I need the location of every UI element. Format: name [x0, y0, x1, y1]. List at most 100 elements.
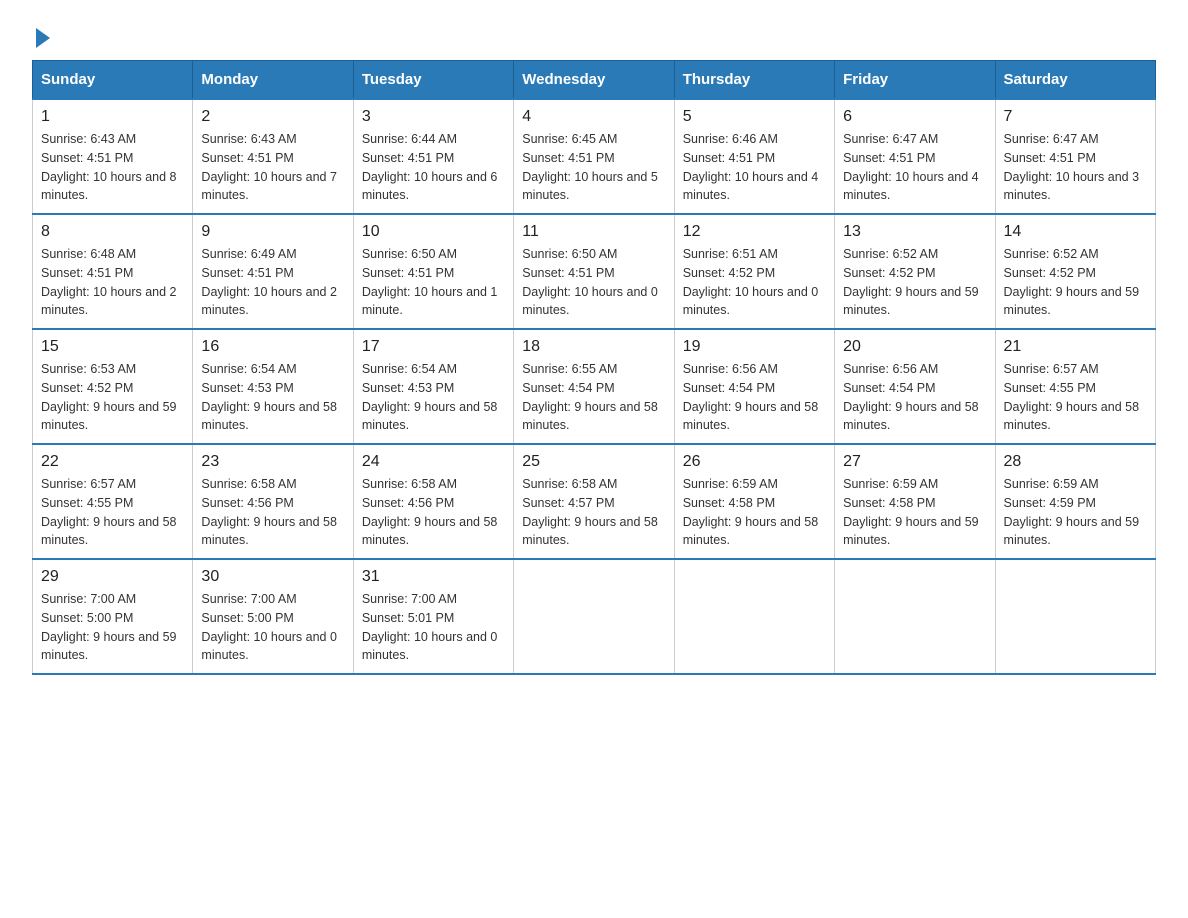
day-info: Sunrise: 6:52 AMSunset: 4:52 PMDaylight:… [1004, 245, 1147, 320]
calendar-week-3: 15 Sunrise: 6:53 AMSunset: 4:52 PMDaylig… [33, 329, 1156, 444]
day-info: Sunrise: 6:57 AMSunset: 4:55 PMDaylight:… [41, 475, 184, 550]
day-info: Sunrise: 6:46 AMSunset: 4:51 PMDaylight:… [683, 130, 826, 205]
weekday-header-row: SundayMondayTuesdayWednesdayThursdayFrid… [33, 61, 1156, 100]
calendar-table: SundayMondayTuesdayWednesdayThursdayFrid… [32, 60, 1156, 675]
day-info: Sunrise: 6:45 AMSunset: 4:51 PMDaylight:… [522, 130, 665, 205]
day-number: 15 [41, 338, 184, 356]
calendar-cell: 28 Sunrise: 6:59 AMSunset: 4:59 PMDaylig… [995, 444, 1155, 559]
calendar-cell: 15 Sunrise: 6:53 AMSunset: 4:52 PMDaylig… [33, 329, 193, 444]
weekday-header-sunday: Sunday [33, 61, 193, 100]
day-info: Sunrise: 6:43 AMSunset: 4:51 PMDaylight:… [41, 130, 184, 205]
calendar-cell [995, 559, 1155, 674]
day-number: 29 [41, 568, 184, 586]
calendar-cell: 5 Sunrise: 6:46 AMSunset: 4:51 PMDayligh… [674, 99, 834, 214]
day-info: Sunrise: 6:47 AMSunset: 4:51 PMDaylight:… [843, 130, 986, 205]
day-number: 9 [201, 223, 344, 241]
day-info: Sunrise: 6:50 AMSunset: 4:51 PMDaylight:… [362, 245, 505, 320]
calendar-cell: 13 Sunrise: 6:52 AMSunset: 4:52 PMDaylig… [835, 214, 995, 329]
page-header [32, 24, 1156, 44]
day-number: 26 [683, 453, 826, 471]
calendar-cell: 2 Sunrise: 6:43 AMSunset: 4:51 PMDayligh… [193, 99, 353, 214]
day-info: Sunrise: 6:44 AMSunset: 4:51 PMDaylight:… [362, 130, 505, 205]
weekday-header-wednesday: Wednesday [514, 61, 674, 100]
day-info: Sunrise: 7:00 AMSunset: 5:00 PMDaylight:… [41, 590, 184, 665]
calendar-cell: 20 Sunrise: 6:56 AMSunset: 4:54 PMDaylig… [835, 329, 995, 444]
day-info: Sunrise: 6:58 AMSunset: 4:57 PMDaylight:… [522, 475, 665, 550]
day-number: 21 [1004, 338, 1147, 356]
day-info: Sunrise: 6:49 AMSunset: 4:51 PMDaylight:… [201, 245, 344, 320]
day-info: Sunrise: 6:48 AMSunset: 4:51 PMDaylight:… [41, 245, 184, 320]
day-info: Sunrise: 6:51 AMSunset: 4:52 PMDaylight:… [683, 245, 826, 320]
day-number: 19 [683, 338, 826, 356]
weekday-header-saturday: Saturday [995, 61, 1155, 100]
day-number: 24 [362, 453, 505, 471]
calendar-cell: 22 Sunrise: 6:57 AMSunset: 4:55 PMDaylig… [33, 444, 193, 559]
weekday-header-thursday: Thursday [674, 61, 834, 100]
day-number: 3 [362, 108, 505, 126]
calendar-cell: 27 Sunrise: 6:59 AMSunset: 4:58 PMDaylig… [835, 444, 995, 559]
calendar-cell: 6 Sunrise: 6:47 AMSunset: 4:51 PMDayligh… [835, 99, 995, 214]
day-number: 8 [41, 223, 184, 241]
calendar-cell: 30 Sunrise: 7:00 AMSunset: 5:00 PMDaylig… [193, 559, 353, 674]
day-info: Sunrise: 6:53 AMSunset: 4:52 PMDaylight:… [41, 360, 184, 435]
logo [32, 24, 50, 44]
day-info: Sunrise: 7:00 AMSunset: 5:01 PMDaylight:… [362, 590, 505, 665]
day-info: Sunrise: 6:47 AMSunset: 4:51 PMDaylight:… [1004, 130, 1147, 205]
day-number: 17 [362, 338, 505, 356]
calendar-cell: 7 Sunrise: 6:47 AMSunset: 4:51 PMDayligh… [995, 99, 1155, 214]
day-info: Sunrise: 6:50 AMSunset: 4:51 PMDaylight:… [522, 245, 665, 320]
day-info: Sunrise: 6:56 AMSunset: 4:54 PMDaylight:… [843, 360, 986, 435]
calendar-cell: 26 Sunrise: 6:59 AMSunset: 4:58 PMDaylig… [674, 444, 834, 559]
day-number: 4 [522, 108, 665, 126]
day-number: 30 [201, 568, 344, 586]
calendar-cell [514, 559, 674, 674]
day-number: 1 [41, 108, 184, 126]
weekday-header-tuesday: Tuesday [353, 61, 513, 100]
day-number: 23 [201, 453, 344, 471]
day-info: Sunrise: 6:55 AMSunset: 4:54 PMDaylight:… [522, 360, 665, 435]
calendar-cell: 4 Sunrise: 6:45 AMSunset: 4:51 PMDayligh… [514, 99, 674, 214]
day-number: 11 [522, 223, 665, 241]
day-info: Sunrise: 6:59 AMSunset: 4:58 PMDaylight:… [843, 475, 986, 550]
day-number: 27 [843, 453, 986, 471]
weekday-header-friday: Friday [835, 61, 995, 100]
calendar-cell: 31 Sunrise: 7:00 AMSunset: 5:01 PMDaylig… [353, 559, 513, 674]
calendar-cell: 24 Sunrise: 6:58 AMSunset: 4:56 PMDaylig… [353, 444, 513, 559]
calendar-cell: 10 Sunrise: 6:50 AMSunset: 4:51 PMDaylig… [353, 214, 513, 329]
day-number: 7 [1004, 108, 1147, 126]
calendar-cell: 12 Sunrise: 6:51 AMSunset: 4:52 PMDaylig… [674, 214, 834, 329]
calendar-cell: 29 Sunrise: 7:00 AMSunset: 5:00 PMDaylig… [33, 559, 193, 674]
day-info: Sunrise: 6:54 AMSunset: 4:53 PMDaylight:… [362, 360, 505, 435]
day-info: Sunrise: 6:43 AMSunset: 4:51 PMDaylight:… [201, 130, 344, 205]
calendar-cell: 18 Sunrise: 6:55 AMSunset: 4:54 PMDaylig… [514, 329, 674, 444]
calendar-week-4: 22 Sunrise: 6:57 AMSunset: 4:55 PMDaylig… [33, 444, 1156, 559]
day-info: Sunrise: 6:57 AMSunset: 4:55 PMDaylight:… [1004, 360, 1147, 435]
calendar-cell: 11 Sunrise: 6:50 AMSunset: 4:51 PMDaylig… [514, 214, 674, 329]
calendar-cell: 17 Sunrise: 6:54 AMSunset: 4:53 PMDaylig… [353, 329, 513, 444]
day-number: 14 [1004, 223, 1147, 241]
day-info: Sunrise: 7:00 AMSunset: 5:00 PMDaylight:… [201, 590, 344, 665]
day-number: 5 [683, 108, 826, 126]
calendar-cell: 3 Sunrise: 6:44 AMSunset: 4:51 PMDayligh… [353, 99, 513, 214]
calendar-cell: 19 Sunrise: 6:56 AMSunset: 4:54 PMDaylig… [674, 329, 834, 444]
day-number: 25 [522, 453, 665, 471]
day-number: 28 [1004, 453, 1147, 471]
day-info: Sunrise: 6:56 AMSunset: 4:54 PMDaylight:… [683, 360, 826, 435]
day-number: 2 [201, 108, 344, 126]
day-info: Sunrise: 6:58 AMSunset: 4:56 PMDaylight:… [201, 475, 344, 550]
logo-arrow-icon [36, 28, 50, 48]
calendar-cell: 1 Sunrise: 6:43 AMSunset: 4:51 PMDayligh… [33, 99, 193, 214]
day-info: Sunrise: 6:54 AMSunset: 4:53 PMDaylight:… [201, 360, 344, 435]
day-number: 12 [683, 223, 826, 241]
calendar-cell: 8 Sunrise: 6:48 AMSunset: 4:51 PMDayligh… [33, 214, 193, 329]
day-info: Sunrise: 6:59 AMSunset: 4:58 PMDaylight:… [683, 475, 826, 550]
calendar-week-1: 1 Sunrise: 6:43 AMSunset: 4:51 PMDayligh… [33, 99, 1156, 214]
day-number: 22 [41, 453, 184, 471]
weekday-header-monday: Monday [193, 61, 353, 100]
calendar-cell: 9 Sunrise: 6:49 AMSunset: 4:51 PMDayligh… [193, 214, 353, 329]
calendar-cell: 14 Sunrise: 6:52 AMSunset: 4:52 PMDaylig… [995, 214, 1155, 329]
calendar-week-2: 8 Sunrise: 6:48 AMSunset: 4:51 PMDayligh… [33, 214, 1156, 329]
calendar-cell: 23 Sunrise: 6:58 AMSunset: 4:56 PMDaylig… [193, 444, 353, 559]
calendar-cell: 21 Sunrise: 6:57 AMSunset: 4:55 PMDaylig… [995, 329, 1155, 444]
day-info: Sunrise: 6:58 AMSunset: 4:56 PMDaylight:… [362, 475, 505, 550]
